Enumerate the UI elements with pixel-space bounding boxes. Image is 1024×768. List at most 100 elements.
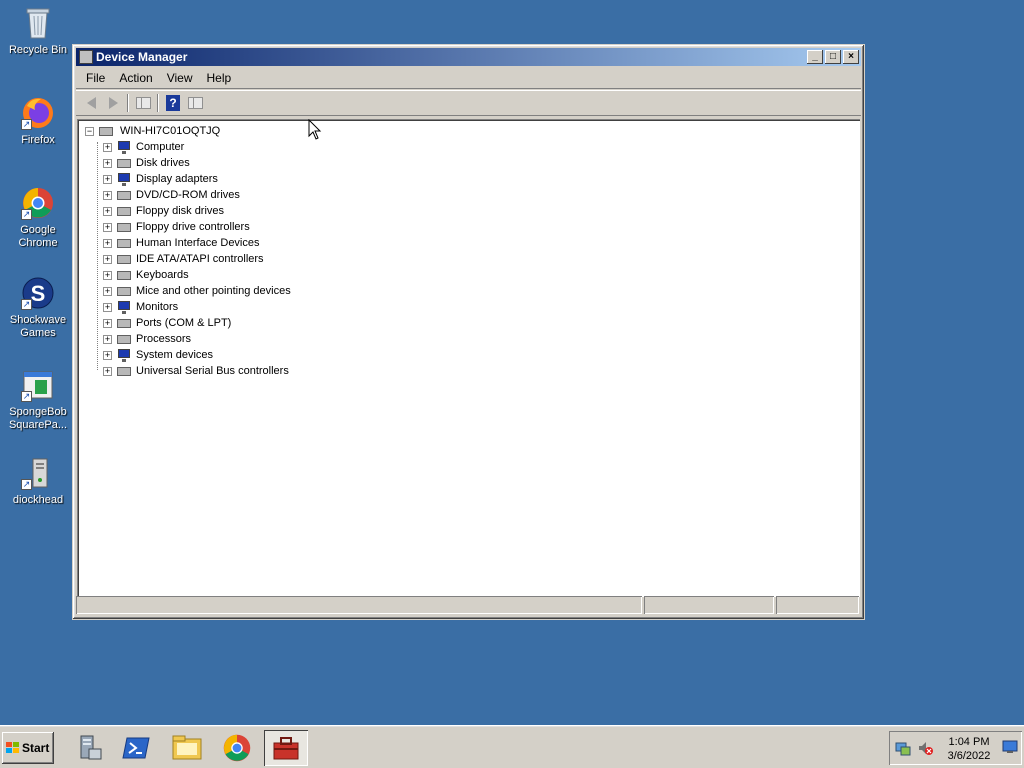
tree-root[interactable]: − WIN-HI7C01OQTJQ bbox=[85, 123, 291, 139]
tree-node-label: Mice and other pointing devices bbox=[136, 285, 291, 297]
tree-node-label: IDE ATA/ATAPI controllers bbox=[136, 253, 264, 265]
system-icon bbox=[116, 348, 132, 362]
spongebob-icon: ↗ bbox=[21, 368, 55, 402]
expand-toggle[interactable]: + bbox=[103, 222, 112, 232]
maximize-button[interactable]: □ bbox=[825, 50, 841, 64]
expand-toggle[interactable]: + bbox=[103, 190, 112, 200]
tree-node[interactable]: + Processors bbox=[85, 331, 291, 347]
tree-node[interactable]: + IDE ATA/ATAPI controllers bbox=[85, 251, 291, 267]
desktop-icon-diockhead[interactable]: ↗ diockhead bbox=[0, 456, 76, 507]
disk-icon bbox=[116, 156, 132, 170]
desktop-icon-spongebob[interactable]: ↗ SpongeBob SquarePa... bbox=[0, 368, 76, 432]
tree-node[interactable]: + Computer bbox=[85, 139, 291, 155]
tree-node-label: Monitors bbox=[136, 301, 179, 313]
desktop-icon-firefox[interactable]: ↗ Firefox bbox=[0, 96, 76, 147]
taskbar-chrome[interactable] bbox=[215, 730, 259, 766]
expand-toggle[interactable]: + bbox=[103, 158, 112, 168]
menu-action[interactable]: Action bbox=[113, 69, 158, 87]
floppy-icon bbox=[116, 204, 132, 218]
shortcut-arrow-icon: ↗ bbox=[21, 119, 32, 130]
device-tree-pane[interactable]: − WIN-HI7C01OQTJQ + Computer + Disk drives +… bbox=[77, 119, 860, 597]
clock-date: 3/6/2022 bbox=[947, 750, 991, 762]
tree-node[interactable]: + Disk drives bbox=[85, 155, 291, 171]
minimize-button[interactable]: _ bbox=[807, 50, 823, 64]
back-icon bbox=[86, 97, 96, 109]
tree-node[interactable]: + Universal Serial Bus controllers bbox=[85, 363, 291, 379]
show-desktop-icon[interactable] bbox=[1002, 740, 1018, 754]
server-manager-icon bbox=[80, 735, 102, 760]
device-manager-window[interactable]: Device Manager _ □ × File Action View He… bbox=[72, 44, 865, 620]
tree-node[interactable]: + Ports (COM & LPT) bbox=[85, 315, 291, 331]
expand-toggle[interactable]: + bbox=[103, 270, 112, 280]
tree-node-label: Human Interface Devices bbox=[136, 237, 260, 249]
taskbar-computer-management[interactable] bbox=[264, 730, 308, 766]
firefox-icon: ↗ bbox=[21, 96, 55, 130]
show-hide-tree-button[interactable] bbox=[132, 93, 154, 113]
forward-button[interactable] bbox=[102, 93, 124, 113]
file-explorer-icon bbox=[172, 735, 202, 760]
tree-node[interactable]: + Keyboards bbox=[85, 267, 291, 283]
svg-text:S: S bbox=[31, 281, 46, 306]
status-cell-2 bbox=[644, 596, 774, 614]
expand-toggle[interactable]: + bbox=[103, 318, 112, 328]
expand-toggle[interactable]: + bbox=[103, 254, 112, 264]
desktop-icon-label: Recycle Bin bbox=[8, 44, 68, 56]
computer-icon bbox=[116, 140, 132, 154]
collapse-toggle[interactable]: − bbox=[85, 126, 94, 136]
taskbar-server-manager[interactable] bbox=[66, 730, 110, 766]
desktop-icon-label: diockhead bbox=[12, 494, 64, 506]
expand-toggle[interactable]: + bbox=[103, 286, 112, 296]
processor-icon bbox=[116, 332, 132, 346]
floppy-ctrl-icon bbox=[116, 220, 132, 234]
desktop-icon-shockwave[interactable]: S ↗ Shockwave Games bbox=[0, 276, 76, 340]
expand-toggle[interactable]: + bbox=[103, 142, 112, 152]
volume-muted-icon[interactable] bbox=[917, 740, 933, 756]
help-button[interactable]: ? bbox=[162, 93, 184, 113]
taskbar-file-explorer[interactable] bbox=[165, 730, 209, 766]
tree-node[interactable]: + Mice and other pointing devices bbox=[85, 283, 291, 299]
back-button[interactable] bbox=[80, 93, 102, 113]
tree-node[interactable]: + Monitors bbox=[85, 299, 291, 315]
menu-view[interactable]: View bbox=[161, 69, 199, 87]
toolbox-icon bbox=[273, 737, 299, 760]
hid-icon bbox=[116, 236, 132, 250]
device-manager-icon bbox=[79, 50, 93, 64]
network-icon[interactable] bbox=[895, 740, 911, 756]
expand-toggle[interactable]: + bbox=[103, 350, 112, 360]
tree-node[interactable]: + Human Interface Devices bbox=[85, 235, 291, 251]
desktop-icon-label: Google Chrome bbox=[18, 224, 58, 249]
desktop-icon-chrome[interactable]: ↗ Google Chrome bbox=[0, 186, 76, 250]
tree-node[interactable]: + System devices bbox=[85, 347, 291, 363]
expand-toggle[interactable]: + bbox=[103, 238, 112, 248]
menu-bar: File Action View Help bbox=[76, 67, 861, 89]
shortcut-arrow-icon: ↗ bbox=[21, 209, 32, 220]
chrome-icon bbox=[223, 734, 251, 762]
tree-node[interactable]: + Display adapters bbox=[85, 171, 291, 187]
properties-icon bbox=[187, 97, 203, 109]
mouse-icon bbox=[116, 284, 132, 298]
window-titlebar[interactable]: Device Manager _ □ × bbox=[76, 48, 861, 66]
device-tree: − WIN-HI7C01OQTJQ + Computer + Disk drives +… bbox=[85, 123, 291, 379]
tree-node[interactable]: + DVD/CD-ROM drives bbox=[85, 187, 291, 203]
expand-toggle[interactable]: + bbox=[103, 206, 112, 216]
tree-node-label: System devices bbox=[136, 349, 214, 361]
tree-node[interactable]: + Floppy drive controllers bbox=[85, 219, 291, 235]
expand-toggle[interactable]: + bbox=[103, 334, 112, 344]
desktop-icon-recycle-bin[interactable]: Recycle Bin bbox=[0, 6, 76, 57]
dvd-icon bbox=[116, 188, 132, 202]
start-button[interactable]: Start bbox=[2, 732, 54, 764]
menu-help[interactable]: Help bbox=[201, 69, 238, 87]
tree-node-label: Universal Serial Bus controllers bbox=[136, 365, 289, 377]
expand-toggle[interactable]: + bbox=[103, 174, 112, 184]
monitor-icon bbox=[116, 300, 132, 314]
properties-button[interactable] bbox=[184, 93, 206, 113]
help-icon: ? bbox=[166, 95, 180, 111]
clock[interactable]: 1:04 PM 3/6/2022 bbox=[939, 735, 999, 763]
close-button[interactable]: × bbox=[843, 50, 859, 64]
menu-file[interactable]: File bbox=[80, 69, 111, 87]
expand-toggle[interactable]: + bbox=[103, 366, 112, 376]
chrome-icon: ↗ bbox=[21, 186, 55, 220]
expand-toggle[interactable]: + bbox=[103, 302, 112, 312]
taskbar-powershell[interactable] bbox=[114, 730, 158, 766]
tree-node[interactable]: + Floppy disk drives bbox=[85, 203, 291, 219]
